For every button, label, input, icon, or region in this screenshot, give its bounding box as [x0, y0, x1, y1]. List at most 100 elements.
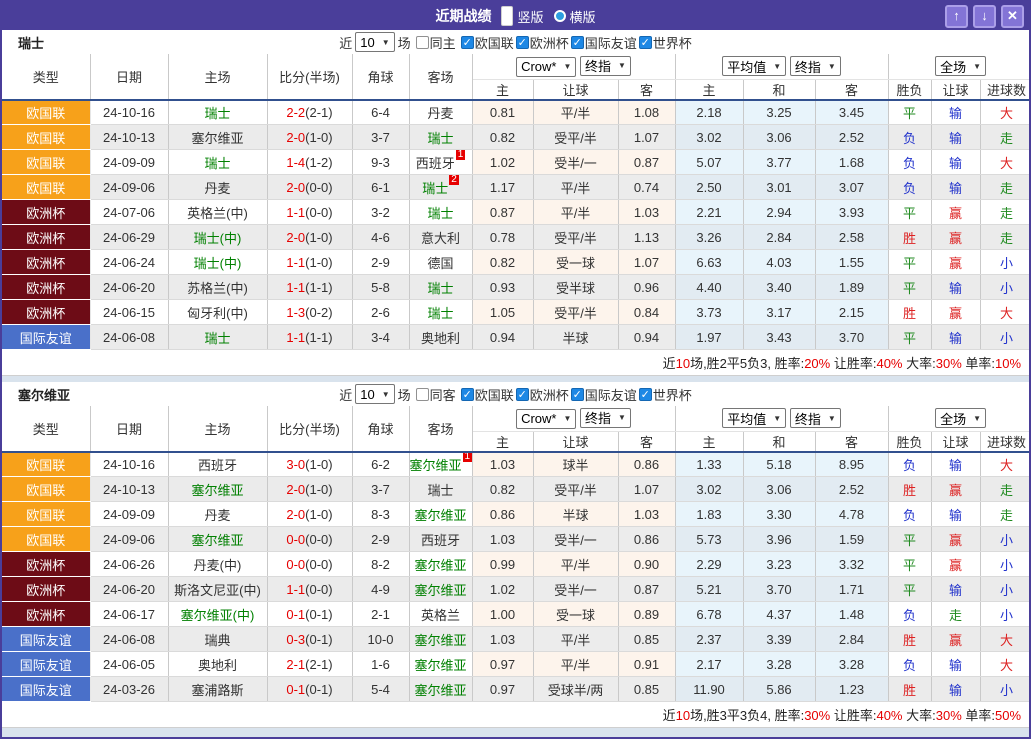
result-cell: 小 — [980, 601, 1029, 627]
corner-score: 2-1 — [352, 601, 410, 627]
result-cell: 小 — [980, 576, 1029, 602]
league-badge: 欧洲杯 — [2, 199, 91, 225]
odds-cell: 0.87 — [618, 149, 676, 175]
league-filter-option[interactable]: ✓ 欧洲杯 — [515, 385, 569, 404]
avg-odds-cell: 2.84 — [815, 626, 889, 652]
avg-odds-cell: 8.95 — [815, 451, 889, 477]
score-cell: 2-0(1-0) — [267, 224, 353, 250]
match-count-select[interactable]: 10 ▼ — [355, 32, 395, 52]
same-venue-checkbox[interactable] — [415, 387, 429, 401]
close-button[interactable]: ✕ — [1001, 4, 1024, 28]
avg-source-select[interactable]: 平均值 ▼ — [722, 408, 787, 429]
score-cell: 2-0(0-0) — [267, 174, 353, 200]
odds-cell: 平/半 — [533, 551, 619, 577]
league-filter-option[interactable]: ✓ 国际友谊 — [570, 385, 637, 404]
rank-badge: 1 — [462, 451, 471, 463]
league-checkbox[interactable]: ✓ — [460, 35, 474, 49]
league-badge: 欧国联 — [2, 124, 91, 150]
result-cell: 平 — [888, 576, 932, 602]
layout-vertical-radio[interactable]: 竖版 — [501, 6, 544, 26]
odds-cell: 0.82 — [472, 249, 534, 275]
avg-odds-cell: 1.71 — [815, 576, 889, 602]
scope-select[interactable]: 全场 ▼ — [935, 56, 986, 77]
match-count-select[interactable]: 10 ▼ — [355, 384, 395, 404]
league-checkbox[interactable]: ✓ — [570, 387, 584, 401]
scroll-up-button[interactable]: ↑ — [945, 4, 968, 28]
avg-source-select[interactable]: 平均值 ▼ — [722, 56, 787, 77]
avg-odds-cell: 1.68 — [815, 149, 889, 175]
result-cell: 走 — [980, 501, 1029, 527]
subcol-avg-draw: 和 — [743, 79, 816, 101]
layout-horizontal-radio[interactable]: 横版 — [553, 7, 596, 26]
chevron-down-icon: ▼ — [773, 413, 782, 423]
scroll-down-button[interactable]: ↓ — [973, 4, 996, 28]
result-cell: 胜 — [888, 676, 932, 702]
chevron-down-icon: ▼ — [381, 389, 390, 399]
league-checkbox[interactable]: ✓ — [515, 35, 529, 49]
col-header-score: 比分(半场) — [267, 54, 353, 101]
league-filter-option[interactable]: ✓ 国际友谊 — [570, 33, 637, 52]
avg-stage-select[interactable]: 终指 ▼ — [789, 56, 841, 77]
avg-odds-cell: 6.63 — [675, 249, 744, 275]
odds-cell: 0.97 — [472, 651, 534, 677]
odds-cell: 0.74 — [618, 174, 676, 200]
same-venue-option[interactable]: 同主 — [415, 33, 456, 52]
avg-odds-cell: 11.90 — [675, 676, 744, 702]
odds-cell: 平/半 — [533, 174, 619, 200]
league-filter-option[interactable]: ✓ 欧洲杯 — [515, 33, 569, 52]
chevron-down-icon: ▼ — [563, 414, 572, 424]
result-cell: 大 — [980, 99, 1029, 125]
odds-cell: 受平/半 — [533, 224, 619, 250]
score-cell: 1-1(1-0) — [267, 249, 353, 275]
result-cell: 小 — [980, 324, 1029, 350]
home-team: 西班牙 — [168, 451, 268, 477]
avg-odds-cell: 3.43 — [743, 324, 816, 350]
league-badge: 欧国联 — [2, 99, 91, 125]
subcol-handicap: 让球 — [533, 79, 619, 101]
league-checkbox[interactable]: ✓ — [638, 35, 652, 49]
avg-odds-cell: 2.52 — [815, 124, 889, 150]
col-header-away: 客场 — [409, 54, 473, 101]
odds-source-select[interactable]: Crow* ▼ — [516, 408, 577, 429]
subcol-handicap-result: 让球 — [931, 79, 981, 101]
result-cell: 负 — [888, 651, 932, 677]
same-venue-option[interactable]: 同客 — [415, 385, 456, 404]
odds-cell: 0.86 — [618, 451, 676, 477]
odds-cell: 平/半 — [533, 99, 619, 125]
result-cell: 胜 — [888, 476, 932, 502]
league-checkbox[interactable]: ✓ — [638, 387, 652, 401]
away-team: 塞尔维亚 — [409, 676, 473, 702]
result-cell: 大 — [980, 149, 1029, 175]
match-row: 欧洲杯 24-06-15 匈牙利(中) 1-3(0-2) 2-6 瑞士 1.05 受平/半 0.… — [2, 299, 1029, 325]
league-checkbox[interactable]: ✓ — [515, 387, 529, 401]
col-header-corner: 角球 — [352, 54, 410, 101]
radio-selected-icon — [501, 6, 514, 26]
odds-cell: 0.99 — [472, 551, 534, 577]
odds-cell: 1.17 — [472, 174, 534, 200]
match-date: 24-10-16 — [90, 451, 169, 477]
score-cell: 1-1(0-0) — [267, 576, 353, 602]
score-cell: 2-0(1-0) — [267, 124, 353, 150]
odds-cell: 受一球 — [533, 249, 619, 275]
result-cell: 大 — [980, 626, 1029, 652]
result-cell: 输 — [931, 174, 981, 200]
odds-stage-select[interactable]: 终指 ▼ — [580, 407, 631, 428]
bottom-strip — [2, 728, 1029, 737]
league-checkbox[interactable]: ✓ — [570, 35, 584, 49]
chevron-down-icon: ▼ — [618, 61, 626, 71]
league-filter-option[interactable]: ✓ 世界杯 — [638, 385, 692, 404]
odds-cell: 0.94 — [472, 324, 534, 350]
avg-stage-select[interactable]: 终指 ▼ — [789, 408, 841, 429]
league-badge: 国际友谊 — [2, 626, 91, 652]
result-cell: 输 — [931, 501, 981, 527]
league-filter-option[interactable]: ✓ 世界杯 — [638, 33, 692, 52]
odds-source-select[interactable]: Crow* ▼ — [516, 56, 577, 77]
home-team: 塞尔维亚 — [168, 476, 268, 502]
avg-odds-cell: 2.15 — [815, 299, 889, 325]
scope-select[interactable]: 全场 ▼ — [935, 408, 986, 429]
same-venue-checkbox[interactable] — [415, 35, 429, 49]
league-checkbox[interactable]: ✓ — [460, 387, 474, 401]
league-filter-option[interactable]: ✓ 欧国联 — [460, 385, 514, 404]
league-filter-option[interactable]: ✓ 欧国联 — [460, 33, 514, 52]
odds-stage-select[interactable]: 终指 ▼ — [580, 55, 631, 76]
